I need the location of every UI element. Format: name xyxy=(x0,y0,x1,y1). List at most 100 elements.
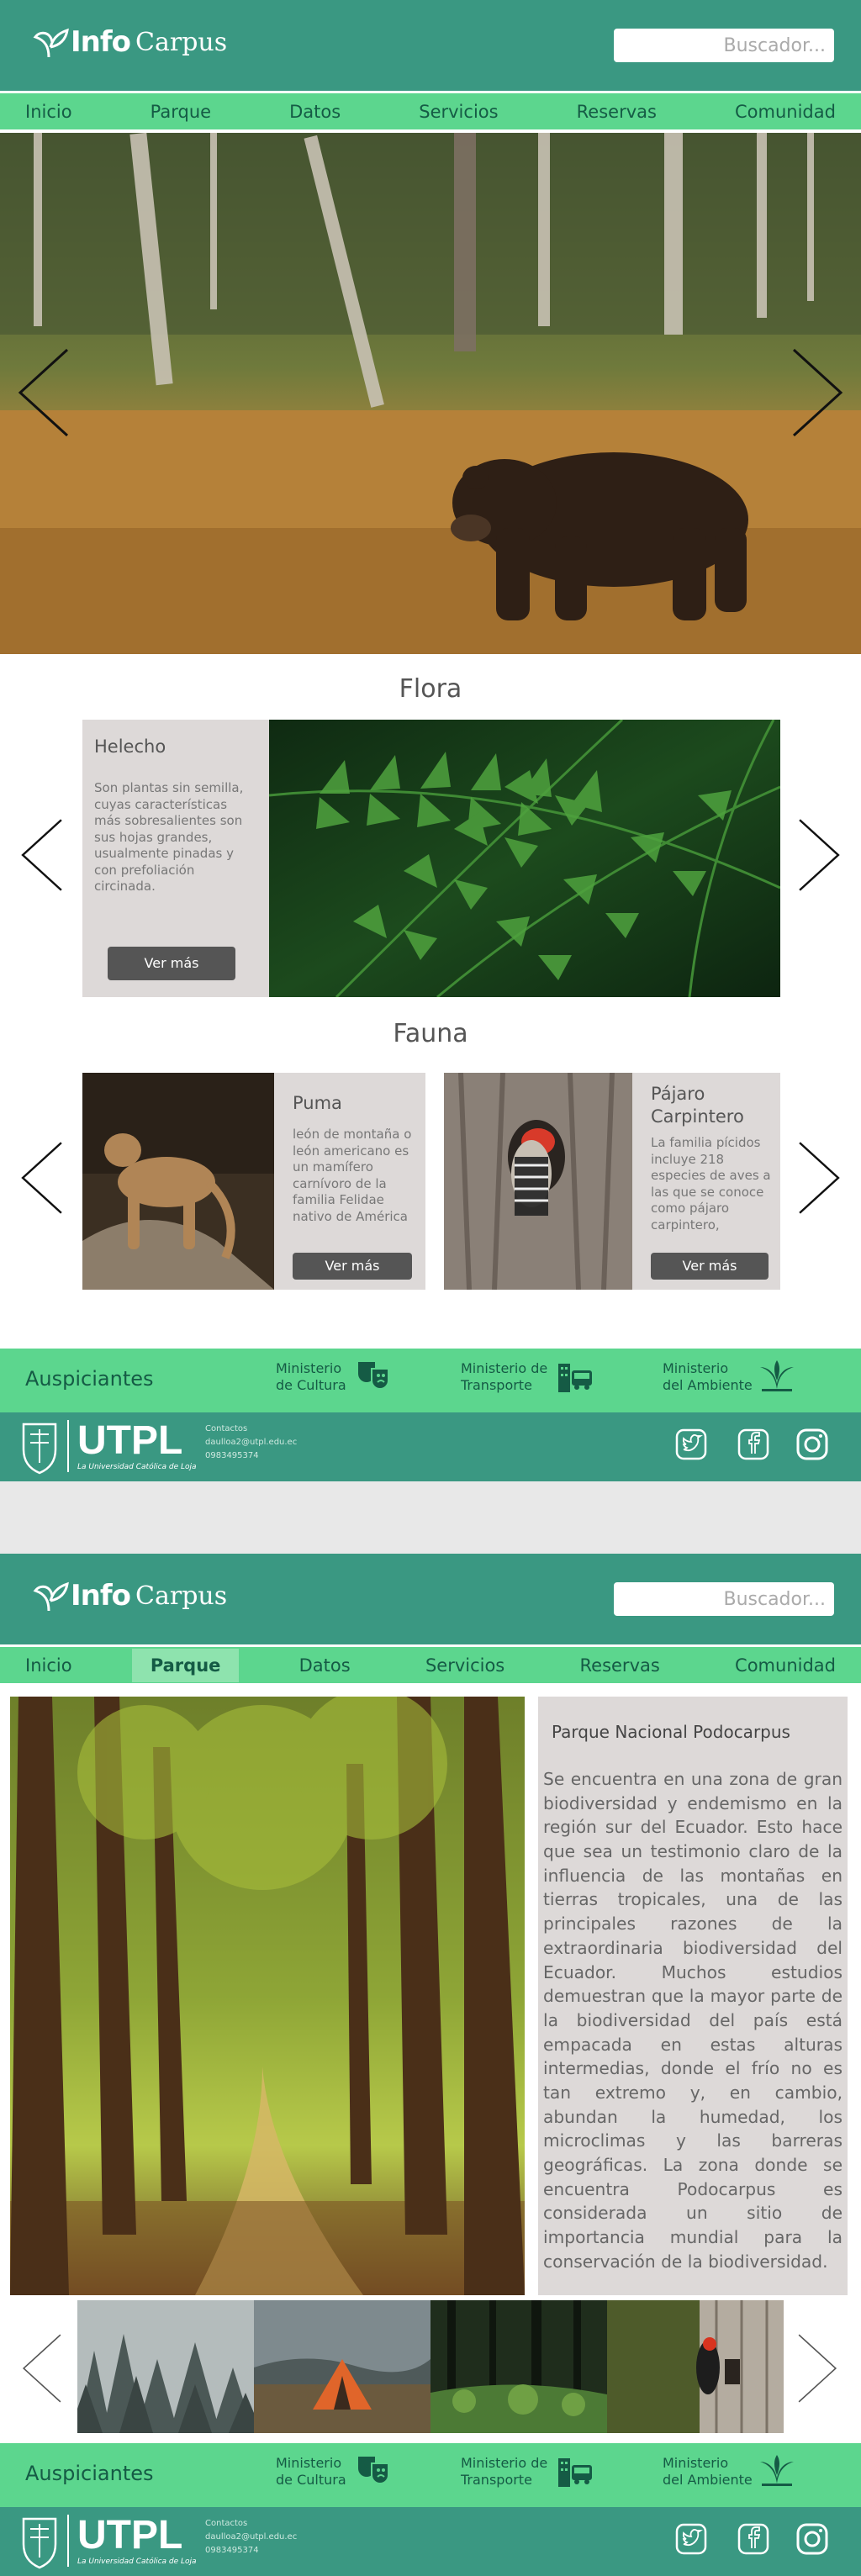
nav-servicios[interactable]: Servicios xyxy=(404,95,513,129)
sponsor-transporte[interactable]: Ministerio de Transporte xyxy=(461,1360,547,1394)
main-nav: Inicio Parque Datos Servicios Reservas C… xyxy=(0,1644,861,1683)
flora-card-title: Helecho xyxy=(94,736,166,757)
flora-title: Flora xyxy=(399,674,462,704)
sponsor-ambiente[interactable]: Ministerio del Ambiente xyxy=(663,2455,753,2489)
nav-reservas[interactable]: Reservas xyxy=(565,1649,675,1682)
fern-image xyxy=(269,720,780,997)
puma-ver-mas-button[interactable]: Ver más xyxy=(293,1253,412,1280)
search-input[interactable] xyxy=(614,1582,834,1616)
sponsor-cultura-line1: Ministerio xyxy=(276,2455,342,2471)
leaf-logo-icon xyxy=(33,1581,69,1612)
plant-icon xyxy=(760,2455,794,2486)
nav-datos[interactable]: Datos xyxy=(284,1649,366,1682)
instagram-icon[interactable] xyxy=(795,2522,829,2556)
main-nav: Inicio Parque Datos Servicios Reservas C… xyxy=(0,91,861,129)
nav-datos[interactable]: Datos xyxy=(274,95,356,129)
facebook-icon[interactable] xyxy=(737,2522,770,2556)
sponsor-transporte-line2: Transporte xyxy=(461,2472,532,2488)
bus-building-icon xyxy=(558,1364,592,1392)
contact-info: Contactos daulloa2@utpl.edu.ec 098349537… xyxy=(205,2517,297,2558)
utpl-name: UTPL xyxy=(77,1418,183,1463)
park-description: Se encuentra en una zona de gran biodive… xyxy=(543,1769,843,2272)
flora-prev-arrow-icon[interactable] xyxy=(17,817,67,893)
gallery-next-arrow-icon[interactable] xyxy=(794,2332,841,2404)
twitter-icon[interactable] xyxy=(674,2522,708,2556)
sponsor-ambiente-line1: Ministerio xyxy=(663,1360,729,1376)
plant-icon xyxy=(760,1360,794,1391)
gallery-thumb-dark-forest[interactable] xyxy=(430,2300,607,2433)
sponsors-label: Auspiciantes xyxy=(25,1367,154,1391)
sponsors-bar: Auspiciantes Ministerio de Cultura Minist… xyxy=(0,2443,861,2507)
park-title: Parque Nacional Podocarpus xyxy=(552,1722,790,1742)
header: Info Carpus xyxy=(0,0,861,91)
utpl-crest-icon xyxy=(22,2517,57,2569)
utpl-logo[interactable]: UTPL La Universidad Católica de Loja xyxy=(20,2512,197,2569)
contact-phone: 0983495374 xyxy=(205,1451,259,1460)
gallery-strip xyxy=(77,2300,784,2433)
sponsor-transporte-line1: Ministerio de xyxy=(461,1360,548,1376)
sponsor-transporte-line1: Ministerio de xyxy=(461,2455,548,2471)
sponsor-ambiente-line2: del Ambiente xyxy=(663,2472,753,2488)
home-page: Info Carpus Inicio Parque Datos Servicio… xyxy=(0,0,861,1481)
hero-next-arrow-icon[interactable] xyxy=(790,346,844,439)
woodpecker-card-desc: La familia pícidos incluye 218 especies … xyxy=(651,1135,771,1233)
flora-ver-mas-button[interactable]: Ver más xyxy=(108,947,235,980)
nav-parque[interactable]: Parque xyxy=(135,95,226,129)
contact-email[interactable]: daulloa2@utpl.edu.ec xyxy=(205,2531,297,2544)
bus-building-icon xyxy=(558,2458,592,2487)
nav-inicio[interactable]: Inicio xyxy=(25,1649,87,1682)
contact-info: Contactos daulloa2@utpl.edu.ec 098349537… xyxy=(205,1423,297,1463)
nav-inicio[interactable]: Inicio xyxy=(25,95,87,129)
woodpecker-card: Pájaro Carpintero La familia pícidos inc… xyxy=(632,1073,780,1290)
gallery-thumb-tent[interactable] xyxy=(254,2300,430,2433)
fauna-prev-arrow-icon[interactable] xyxy=(17,1140,67,1216)
puma-card-desc: león de montaña o león americano es un m… xyxy=(293,1127,412,1224)
page-separator xyxy=(0,1481,861,1554)
park-info-panel: Parque Nacional Podocarpus Se encuentra … xyxy=(538,1697,848,2295)
parque-page: Info Carpus Inicio Parque Datos Servicio… xyxy=(0,1554,861,2576)
leaf-logo-icon xyxy=(33,28,69,58)
sponsor-cultura[interactable]: Ministerio de Cultura xyxy=(276,2455,346,2489)
sponsor-cultura[interactable]: Ministerio de Cultura xyxy=(276,1360,346,1394)
theater-masks-icon xyxy=(358,2457,389,2484)
flora-next-arrow-icon[interactable] xyxy=(794,817,844,893)
nav-reservas[interactable]: Reservas xyxy=(562,95,672,129)
sponsor-cultura-line2: de Cultura xyxy=(276,1377,346,1393)
flora-card: Helecho Son plantas sin semilla, cuyas c… xyxy=(82,720,269,997)
utpl-crest-icon xyxy=(22,1423,57,1475)
logo-info-text: Info xyxy=(71,1579,131,1613)
instagram-icon[interactable] xyxy=(795,1428,829,1461)
logo-carpus-text: Carpus xyxy=(135,27,228,57)
woodpecker-ver-mas-button[interactable]: Ver más xyxy=(651,1253,769,1280)
header: Info Carpus xyxy=(0,1554,861,1644)
fauna-next-arrow-icon[interactable] xyxy=(794,1140,844,1216)
sponsor-cultura-line1: Ministerio xyxy=(276,1360,342,1376)
forest-path-image xyxy=(10,1697,525,2295)
sponsors-label: Auspiciantes xyxy=(25,2462,154,2485)
contact-title: Contactos xyxy=(205,2519,248,2528)
sponsor-ambiente[interactable]: Ministerio del Ambiente xyxy=(663,1360,753,1394)
utpl-logo[interactable]: UTPL La Universidad Católica de Loja xyxy=(20,1417,197,1475)
nav-parque[interactable]: Parque xyxy=(131,1648,240,1682)
gallery-thumb-woodpecker[interactable] xyxy=(607,2300,784,2433)
logo[interactable]: Info Carpus xyxy=(29,1579,227,1613)
facebook-icon[interactable] xyxy=(737,1428,770,1461)
logo[interactable]: Info Carpus xyxy=(29,25,227,59)
puma-card: Puma león de montaña o león americano es… xyxy=(274,1073,425,1290)
sponsor-cultura-line2: de Cultura xyxy=(276,2472,346,2488)
sponsor-transporte[interactable]: Ministerio de Transporte xyxy=(461,2455,547,2489)
sponsors-bar: Auspiciantes Ministerio de Cultura Minist… xyxy=(0,1349,861,1412)
puma-image xyxy=(82,1073,274,1290)
nav-comunidad[interactable]: Comunidad xyxy=(720,95,836,129)
logo-info-text: Info xyxy=(71,25,131,59)
footer: UTPL La Universidad Católica de Loja Con… xyxy=(0,2507,861,2576)
nav-servicios[interactable]: Servicios xyxy=(410,1649,520,1682)
hero-prev-arrow-icon[interactable] xyxy=(17,346,71,439)
gallery-thumb-misty-forest[interactable] xyxy=(77,2300,254,2433)
gallery-prev-arrow-icon[interactable] xyxy=(18,2332,66,2404)
contact-email[interactable]: daulloa2@utpl.edu.ec xyxy=(205,1436,297,1449)
woodpecker-card-title: Pájaro Carpintero xyxy=(651,1084,744,1127)
search-input[interactable] xyxy=(614,29,834,62)
nav-comunidad[interactable]: Comunidad xyxy=(720,1649,836,1682)
twitter-icon[interactable] xyxy=(674,1428,708,1461)
